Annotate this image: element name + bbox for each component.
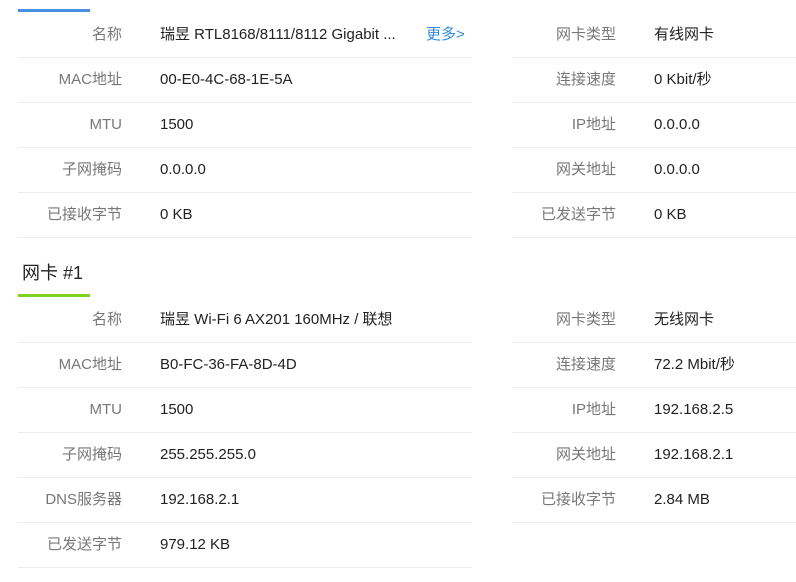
adapter-0-right-column: 网卡类型 有线网卡 连接速度 0 Kbit/秒 IP地址 0.0.0.0 网关地… xyxy=(512,13,796,238)
mtu-value: 1500 xyxy=(160,401,194,418)
ip-address-value: 192.168.2.5 xyxy=(654,401,734,418)
info-row: 网关地址 192.168.2.1 xyxy=(512,433,796,478)
mac-value: B0-FC-36-FA-8D-4D xyxy=(160,356,297,373)
gateway-value: 0.0.0.0 xyxy=(654,161,700,178)
info-row: 网卡类型 无线网卡 xyxy=(512,298,796,343)
name-label: 名称 xyxy=(91,311,122,328)
adapter-type-label: 网卡类型 xyxy=(555,26,616,43)
link-speed-value: 72.2 Mbit/秒 xyxy=(654,356,735,373)
info-row: IP地址 192.168.2.5 xyxy=(512,388,796,433)
gateway-label: 网关地址 xyxy=(555,446,616,463)
gateway-value: 192.168.2.1 xyxy=(654,446,734,463)
info-row: DNS服务器 192.168.2.1 xyxy=(18,478,472,523)
link-speed-label: 连接速度 xyxy=(555,71,616,88)
adapter-type-label: 网卡类型 xyxy=(555,311,616,328)
info-row: 已接收字节 2.84 MB xyxy=(512,478,796,523)
bytes-sent-value: 0 KB xyxy=(654,206,687,223)
name-label: 名称 xyxy=(91,26,122,43)
info-row: 子网掩码 255.255.255.0 xyxy=(18,433,472,478)
subnet-mask-value: 0.0.0.0 xyxy=(160,161,206,178)
adapter-0-left-column: 名称 瑞昱 RTL8168/8111/8112 Gigabit ... 更多> … xyxy=(18,13,472,238)
name-value: 瑞昱 Wi-Fi 6 AX201 160MHz / 联想 xyxy=(160,311,393,328)
ip-address-value: 0.0.0.0 xyxy=(654,116,700,133)
bytes-sent-label: 已发送字节 xyxy=(46,536,122,553)
bytes-received-value: 2.84 MB xyxy=(654,491,710,508)
info-row: MTU 1500 xyxy=(18,103,472,148)
info-row: 连接速度 0 Kbit/秒 xyxy=(512,58,796,103)
adapter-0-tab-underline xyxy=(18,9,90,12)
adapter-1-title[interactable]: 网卡 #1 xyxy=(22,262,83,284)
mtu-label: MTU xyxy=(89,116,123,133)
info-row: MTU 1500 xyxy=(18,388,472,433)
mac-label: MAC地址 xyxy=(58,356,122,373)
adapter-1-section: 网卡 #1 名称 瑞昱 Wi-Fi 6 AX201 160MHz / 联想 MA… xyxy=(0,262,796,582)
link-speed-label: 连接速度 xyxy=(555,356,616,373)
info-row: 网卡类型 有线网卡 xyxy=(512,13,796,58)
subnet-mask-value: 255.255.255.0 xyxy=(160,446,256,463)
bytes-sent-value: 979.12 KB xyxy=(160,536,231,553)
subnet-mask-label: 子网掩码 xyxy=(61,446,122,463)
info-row: 连接速度 72.2 Mbit/秒 xyxy=(512,343,796,388)
adapter-0-section: 名称 瑞昱 RTL8168/8111/8112 Gigabit ... 更多> … xyxy=(0,0,796,240)
info-row: IP地址 0.0.0.0 xyxy=(512,103,796,148)
ip-address-label: IP地址 xyxy=(571,116,616,133)
info-row: MAC地址 B0-FC-36-FA-8D-4D xyxy=(18,343,472,388)
mac-label: MAC地址 xyxy=(58,71,122,88)
ip-address-label: IP地址 xyxy=(571,401,616,418)
info-row: 已接收字节 0 KB xyxy=(18,193,472,238)
bytes-received-label: 已接收字节 xyxy=(46,206,122,223)
more-link[interactable]: 更多> xyxy=(426,13,465,57)
adapter-type-value: 有线网卡 xyxy=(654,26,715,43)
info-row: 已发送字节 0 KB xyxy=(512,193,796,238)
name-value: 瑞昱 RTL8168/8111/8112 Gigabit ... xyxy=(160,26,396,43)
adapter-1-tab-underline xyxy=(18,294,90,297)
gateway-label: 网关地址 xyxy=(555,161,616,178)
mac-value: 00-E0-4C-68-1E-5A xyxy=(160,71,293,88)
adapter-1-right-column: 网卡类型 无线网卡 连接速度 72.2 Mbit/秒 IP地址 192.168.… xyxy=(512,298,796,523)
dns-server-value: 192.168.2.1 xyxy=(160,491,240,508)
info-row: 名称 瑞昱 RTL8168/8111/8112 Gigabit ... 更多> xyxy=(18,13,472,58)
bytes-sent-label: 已发送字节 xyxy=(540,206,616,223)
info-row: 名称 瑞昱 Wi-Fi 6 AX201 160MHz / 联想 xyxy=(18,298,472,343)
bytes-received-label: 已接收字节 xyxy=(540,491,616,508)
info-row: 网关地址 0.0.0.0 xyxy=(512,148,796,193)
bytes-received-value: 0 KB xyxy=(160,206,193,223)
subnet-mask-label: 子网掩码 xyxy=(61,161,122,178)
info-row: 子网掩码 0.0.0.0 xyxy=(18,148,472,193)
info-row: 已发送字节 979.12 KB xyxy=(18,523,472,568)
dns-server-label: DNS服务器 xyxy=(45,491,122,508)
adapter-1-left-column: 名称 瑞昱 Wi-Fi 6 AX201 160MHz / 联想 MAC地址 B0… xyxy=(18,298,472,568)
mtu-label: MTU xyxy=(89,401,123,418)
mtu-value: 1500 xyxy=(160,116,194,133)
link-speed-value: 0 Kbit/秒 xyxy=(654,71,712,88)
adapter-type-value: 无线网卡 xyxy=(654,311,715,328)
info-row: MAC地址 00-E0-4C-68-1E-5A xyxy=(18,58,472,103)
